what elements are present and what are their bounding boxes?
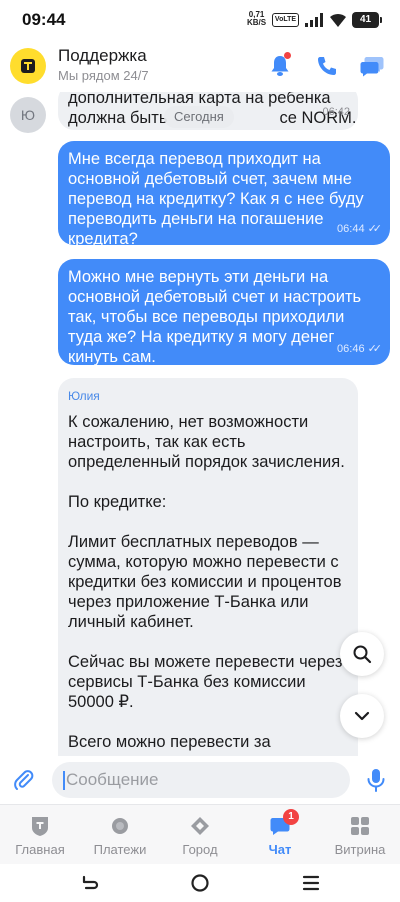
message-outgoing[interactable]: Мне всегда перевод приходит на основной … (58, 141, 390, 248)
bank-logo-mark (21, 59, 35, 73)
message-paragraph: Сейчас вы можете перевести через сервисы… (68, 653, 343, 711)
tab-city[interactable]: Город (160, 815, 240, 857)
home-icon (29, 815, 51, 837)
message-input[interactable]: Сообщение (52, 762, 350, 798)
chat-title: Поддержка (58, 46, 147, 65)
tab-chat[interactable]: 1 Чат (240, 809, 320, 857)
message-composer: Сообщение (0, 756, 400, 804)
unread-badge: 1 (283, 809, 299, 825)
tab-label: Город (182, 842, 218, 857)
message-paragraph: По кредитке: (68, 493, 167, 511)
tab-label: Чат (268, 842, 292, 857)
microphone-icon (367, 769, 385, 792)
message-meta: 06:46 ✓✓ (337, 339, 383, 359)
message-time: 06:46 (337, 343, 365, 355)
date-separator: Сегодня (164, 106, 234, 128)
search-messages-button[interactable] (340, 632, 384, 676)
message-text: Мне всегда перевод приходит на основной … (68, 150, 364, 248)
clock: 09:44 (22, 10, 66, 29)
status-bar: 09:44 0,71 KB/S VoLTE 41 (0, 0, 400, 40)
message-paragraph: Всего можно перевести за (68, 733, 271, 751)
recents-button[interactable] (300, 872, 322, 899)
payments-icon (109, 815, 131, 837)
network-speed-unit: KB/S (247, 18, 267, 27)
message-paragraph: Лимит бесплатных переводов — сумма, кото… (68, 533, 342, 631)
tab-showcase[interactable]: Витрина (320, 815, 400, 857)
signal-icon (305, 13, 323, 27)
system-navigation-bar (0, 864, 400, 902)
phone-icon (318, 57, 336, 75)
tab-label: Витрина (334, 842, 386, 857)
battery-indicator: 41 (352, 12, 382, 28)
tab-label: Платежи (93, 842, 147, 857)
sender-name: Юлия (68, 389, 100, 403)
read-ticks-icon: ✓✓ (367, 223, 383, 235)
message-incoming[interactable]: Юлия К сожалению, нет возможности настро… (58, 378, 358, 756)
chevron-down-icon (354, 711, 370, 721)
notifications-button[interactable] (268, 52, 292, 83)
chats-button[interactable] (359, 54, 385, 83)
wifi-icon (330, 13, 346, 27)
message-paragraph: К сожалению, нет возможности настроить, … (68, 413, 345, 471)
circle-home-icon (191, 874, 209, 892)
tab-home[interactable]: Главная (0, 815, 80, 857)
chat-icon: 1 (269, 809, 299, 837)
bank-logo[interactable] (10, 48, 46, 84)
network-speed: 0,71 KB/S (247, 11, 266, 27)
message-meta: 06:44 ✓✓ (337, 219, 383, 239)
menu-lines-icon (302, 875, 320, 891)
notification-dot (284, 52, 291, 59)
tab-label: Главная (15, 842, 65, 857)
back-icon (82, 875, 99, 890)
bottom-tab-bar: Главная Платежи Город 1 Чат Витрина (0, 804, 400, 864)
message-input-placeholder: Сообщение (66, 770, 159, 789)
showcase-icon (349, 815, 371, 837)
city-icon (189, 815, 211, 837)
volte-indicator: VoLTE (272, 13, 299, 27)
message-list[interactable]: Ю дополнительная карта на ребенка должна… (0, 92, 400, 756)
tab-payments[interactable]: Платежи (80, 815, 160, 857)
agent-avatar: Ю (10, 97, 46, 133)
text-caret (63, 771, 65, 790)
read-ticks-icon: ✓✓ (367, 343, 383, 355)
home-nav-button[interactable] (189, 872, 211, 899)
chat-header: Поддержка Мы рядом 24/7 (0, 42, 400, 92)
scroll-down-button[interactable] (340, 694, 384, 738)
search-icon (353, 645, 372, 664)
voice-message-button[interactable] (365, 767, 387, 798)
chat-bubbles-icon (360, 57, 384, 77)
chat-subtitle: Мы рядом 24/7 (58, 68, 149, 83)
message-text: Можно мне вернуть эти деньги на основной… (68, 268, 362, 366)
message-time: 06:44 (337, 223, 365, 235)
message-text-part: должна быть (68, 109, 168, 127)
paperclip-icon (14, 770, 34, 790)
message-time: 06:42 (322, 106, 350, 118)
back-button[interactable] (78, 872, 100, 899)
call-button[interactable] (315, 54, 339, 83)
message-outgoing[interactable]: Можно мне вернуть эти деньги на основной… (58, 259, 390, 366)
attach-button[interactable] (12, 768, 36, 797)
